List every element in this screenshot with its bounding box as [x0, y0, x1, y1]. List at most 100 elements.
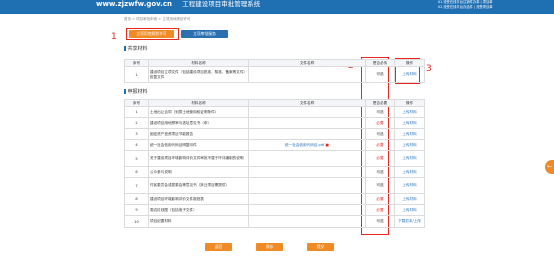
upload-material-link[interactable]: 上传材料: [394, 166, 425, 178]
breadcrumb: 首页 > 项目审批申请 > 立项用地规划许可: [124, 17, 191, 21]
col-header: 文件名称: [248, 99, 366, 107]
required-status: 可选: [365, 106, 395, 118]
table-row: 2 建设项目用地预审与选址意见书（申） 必要 上传材料: [124, 117, 425, 129]
uploaded-file-link[interactable]: 统一社会信用代码证.pdf: [285, 143, 324, 147]
row-number: 9: [124, 204, 149, 216]
material-name: 项目纪要材料: [148, 215, 249, 228]
material-name: 关于建设项目环境影响评价文件审批不属于环评编制的说明: [148, 150, 249, 167]
col-header: 操作: [394, 59, 425, 67]
material-name: 统一社会信用代码证明复印件: [148, 139, 249, 151]
file-name: [248, 106, 366, 118]
row-number: 6: [124, 166, 149, 178]
file-name: [248, 66, 366, 83]
floating-expand-button[interactable]: ←: [545, 160, 554, 174]
table-row: 3 固定资产投资项目节能报告 可选 上传材料: [124, 128, 425, 140]
declared-materials-table: 序号 材料名称 文件名称 是否必要 操作 1 土地出让合同（划拨土地使用权证明条…: [124, 99, 425, 228]
table-row: 6 公众参与说明 可选 上传材料: [124, 166, 425, 178]
download-template-upload-link[interactable]: 下载范本/上传: [394, 215, 425, 228]
declared-section-title: 申报材料: [124, 88, 148, 95]
row-number: 10: [124, 215, 149, 228]
upload-material-link[interactable]: 上传材料: [394, 193, 425, 205]
file-name: [248, 177, 366, 194]
upload-material-link[interactable]: 上传材料: [394, 150, 425, 167]
col-header: 是否必要: [365, 99, 395, 107]
system-title: 工程建设项目审批管理系统: [182, 0, 261, 8]
delete-file-icon[interactable]: ■: [326, 143, 329, 147]
col-header: 序号: [124, 99, 149, 107]
material-name: 村民委员会或居委会等意见书（拆迁项目需提供）: [148, 177, 249, 194]
row-number: 5: [124, 150, 149, 167]
material-name: 周边红线图（包括电子文件）: [148, 204, 249, 216]
required-status: 可选: [365, 128, 395, 140]
section-bar-icon: [124, 89, 126, 94]
table-header-row: 序号 材料名称 文件名称 是否必要 操作: [124, 99, 425, 107]
row-number: 2: [124, 117, 149, 129]
site-logo[interactable]: www.zjzwfw.gov.cn 工程建设项目审批管理系统: [96, 0, 260, 9]
col-header: 材料名称: [148, 59, 249, 67]
file-name: [248, 204, 366, 216]
upload-material-link[interactable]: 上传材料: [394, 177, 425, 194]
file-cell: 统一社会信用代码证.pdf ■: [248, 139, 366, 151]
required-status: 必要: [365, 139, 395, 151]
notice-item[interactable]: 02.流受在线平台办结件 | 流受项目单: [438, 5, 493, 10]
section-bar-icon: [124, 46, 126, 51]
upload-material-link[interactable]: 上传材料: [394, 66, 425, 83]
material-name: 公众参与说明: [148, 166, 249, 178]
required-status: 可选: [365, 166, 395, 178]
annotation-marker-1: 1: [111, 32, 117, 42]
file-name: [248, 117, 366, 129]
upload-material-link[interactable]: 上传材料: [394, 128, 425, 140]
material-name: 建设项目环境影响评价文件报批表: [148, 193, 249, 205]
required-status: 必要: [365, 204, 395, 216]
required-status: 可选: [365, 215, 395, 228]
col-header: 是否必传: [365, 59, 395, 67]
annotation-box-tab: [126, 28, 179, 40]
col-header: 材料名称: [148, 99, 249, 107]
material-name: 建设项目用地预审与选址意见书（申）: [148, 117, 249, 129]
upload-material-link[interactable]: 上传材料: [394, 139, 425, 151]
file-name: [248, 128, 366, 140]
row-number: 4: [124, 139, 149, 151]
required-status: 必要: [365, 193, 395, 205]
row-number: 3: [124, 128, 149, 140]
table-row: 7 村民委员会或居委会等意见书（拆迁项目需提供） 可选 上传材料: [124, 177, 425, 194]
top-header: www.zjzwfw.gov.cn 工程建设项目审批管理系统 01.流受在线平台…: [0, 0, 554, 14]
site-url: www.zjzwfw.gov.cn: [96, 0, 172, 8]
required-status: 可选: [365, 66, 395, 83]
required-status: 可选: [365, 177, 395, 194]
table-row: 9 周边红线图（包括电子文件） 必要 上传材料: [124, 204, 425, 216]
table-row: 8 建设项目环境影响评价文件报批表 必要 上传材料: [124, 193, 425, 205]
table-header-row: 序号 材料名称 文件名称 是否必传 操作: [124, 59, 425, 67]
row-number: 8: [124, 193, 149, 205]
back-button[interactable]: 返回: [205, 243, 232, 251]
file-name: [248, 193, 366, 205]
material-name: 建设项目立项文件（包括建设项目批准、核准、备案等文件）批复文件: [148, 66, 249, 83]
col-header: 序号: [124, 59, 149, 67]
table-row: 4 统一社会信用代码证明复印件 统一社会信用代码证.pdf ■ 必要 上传材料: [124, 139, 425, 151]
row-number: 7: [124, 177, 149, 194]
row-number: 1: [124, 106, 149, 118]
save-button[interactable]: 保存: [256, 243, 283, 251]
upload-material-link[interactable]: 上传材料: [394, 117, 425, 129]
table-row: 10 项目纪要材料 可选 下载范本/上传: [124, 215, 425, 228]
file-name: [248, 215, 366, 228]
required-status: 必要: [365, 117, 395, 129]
shared-section-title: 共享材料: [124, 45, 148, 52]
col-header: 操作: [394, 99, 425, 107]
file-name: [248, 150, 366, 167]
annotation-marker-3: 3: [426, 64, 432, 74]
upload-material-link[interactable]: 上传材料: [394, 106, 425, 118]
table-row: 5 关于建设项目环境影响评价文件审批不属于环评编制的说明 必要 上传材料: [124, 150, 425, 167]
material-name: 固定资产投资项目节能报告: [148, 128, 249, 140]
shared-materials-table: 序号 材料名称 文件名称 是否必传 操作 1 建设项目立项文件（包括建设项目批准…: [124, 59, 425, 83]
submit-button[interactable]: 提交: [307, 243, 334, 251]
file-name: [248, 166, 366, 178]
tab-approval-service[interactable]: 立项审批服务: [181, 30, 228, 38]
required-status: 必要: [365, 150, 395, 167]
table-row: 1 土地出让合同（划拨土地使用权证明条件） 可选 上传材料: [124, 106, 425, 118]
notice-list: 01.流受在线平台注销件办事 | 项目单 02.流受在线平台办结件 | 流受项目…: [438, 0, 493, 10]
material-name: 土地出让合同（划拨土地使用权证明条件）: [148, 106, 249, 118]
col-header: 文件名称: [248, 59, 366, 67]
table-row: 1 建设项目立项文件（包括建设项目批准、核准、备案等文件）批复文件 可选 上传材…: [124, 66, 425, 83]
upload-material-link[interactable]: 上传材料: [394, 204, 425, 216]
